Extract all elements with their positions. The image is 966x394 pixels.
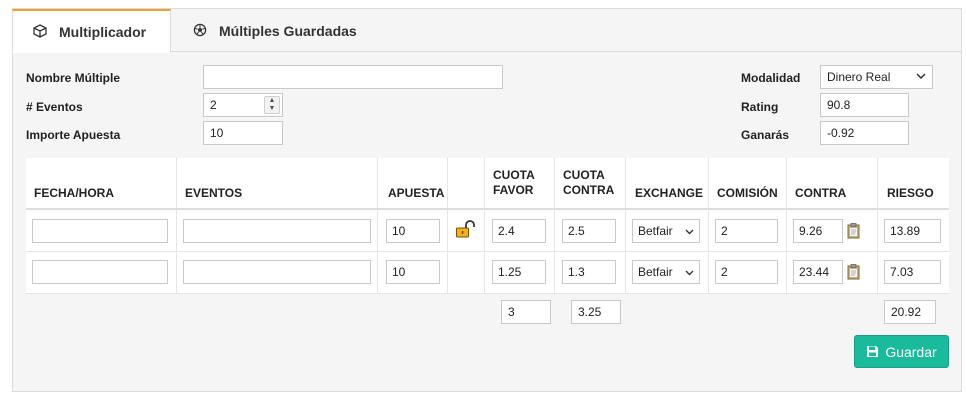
exchange-value: Betfair xyxy=(638,224,673,238)
exchange-select[interactable]: Betfair xyxy=(632,219,700,243)
col-header-contra: CONTRA xyxy=(795,186,847,200)
save-button[interactable]: Guardar xyxy=(854,335,949,368)
chevron-down-icon xyxy=(685,265,694,279)
modalidad-label: Modalidad xyxy=(741,71,801,85)
tab-multiplicador[interactable]: Multiplicador xyxy=(12,9,171,53)
clipboard-icon[interactable] xyxy=(847,264,860,283)
multiplicador-panel: Multiplicador Múltiples Guardadas Nombre… xyxy=(12,8,962,392)
cuota-contra-input[interactable]: 2.5 xyxy=(562,219,616,243)
tab-label: Multiplicador xyxy=(59,23,147,40)
tab-label: Múltiples Guardadas xyxy=(219,23,357,39)
events-table: FECHA/HORA EVENTOS APUESTA CUOTA FAVOR C… xyxy=(26,158,949,294)
importe-apuesta-label: Importe Apuesta xyxy=(26,128,121,142)
col-header-eventos: EVENTOS xyxy=(185,186,243,200)
cuota-favor-input[interactable]: 1.25 xyxy=(492,260,546,284)
evento-input[interactable] xyxy=(183,219,371,243)
chevron-down-icon xyxy=(916,72,926,82)
eventos-count-value: 2 xyxy=(210,98,217,112)
total-cuota-contra: 3.25 xyxy=(571,300,621,324)
exchange-select[interactable]: Betfair xyxy=(632,260,700,284)
col-header-riesgo: RIESGO xyxy=(887,186,934,200)
col-header-comision: COMISIÓN xyxy=(717,186,778,200)
ganaras-label: Ganarás xyxy=(741,128,790,142)
cube-icon xyxy=(33,23,49,40)
floppy-disk-icon xyxy=(866,345,879,358)
total-cuota-favor: 3 xyxy=(501,300,551,324)
eventos-count-stepper[interactable]: 2 ▲ ▼ xyxy=(203,93,283,117)
rating-field: 90.8 xyxy=(820,93,909,117)
apuesta-input[interactable]: 10 xyxy=(386,219,440,243)
soccer-ball-icon xyxy=(193,23,209,39)
cuota-favor-input[interactable]: 2.4 xyxy=(492,219,546,243)
riesgo-field: 13.89 xyxy=(884,219,941,243)
riesgo-field: 7.03 xyxy=(884,260,941,284)
apuesta-input[interactable]: 10 xyxy=(386,260,440,284)
col-header-cuota-contra-line2: CONTRA xyxy=(563,183,615,197)
modalidad-select[interactable]: Dinero Real xyxy=(820,65,933,89)
chevron-down-icon xyxy=(685,224,694,238)
col-header-cuota-contra-line1: CUOTA xyxy=(563,168,605,182)
nombre-multiple-input[interactable] xyxy=(203,65,503,89)
col-header-exchange: EXCHANGE xyxy=(635,186,704,200)
tab-multiples-guardadas[interactable]: Múltiples Guardadas xyxy=(193,9,393,53)
col-header-apuesta: APUESTA xyxy=(388,186,445,200)
exchange-value: Betfair xyxy=(638,265,673,279)
col-header-cuota-favor-line1: CUOTA xyxy=(493,168,535,182)
col-header-cuota-favor-line2: FAVOR xyxy=(493,183,534,197)
save-button-label: Guardar xyxy=(885,343,937,360)
evento-input[interactable] xyxy=(183,260,371,284)
tab-bar: Multiplicador Múltiples Guardadas xyxy=(12,9,961,53)
importe-apuesta-input[interactable]: 10 xyxy=(203,121,283,145)
fecha-hora-input[interactable] xyxy=(32,260,168,284)
stepper-arrows-icon[interactable]: ▲ ▼ xyxy=(264,96,280,114)
col-header-cuota-contra: CUOTA CONTRA xyxy=(563,168,614,198)
clipboard-icon[interactable] xyxy=(847,223,860,242)
rating-label: Rating xyxy=(741,100,779,114)
eventos-count-label: # Eventos xyxy=(26,100,83,114)
modalidad-value: Dinero Real xyxy=(827,70,891,84)
contra-field: 9.26 xyxy=(793,219,843,243)
col-header-cuota-favor: CUOTA FAVOR xyxy=(493,168,535,198)
fecha-hora-input[interactable] xyxy=(32,219,168,243)
ganaras-field: -0.92 xyxy=(820,121,909,145)
nombre-multiple-label: Nombre Múltiple xyxy=(26,71,121,85)
unlocked-padlock-icon[interactable] xyxy=(455,220,477,241)
total-riesgo: 20.92 xyxy=(884,300,936,324)
comision-input[interactable]: 2 xyxy=(715,219,778,243)
cuota-contra-input[interactable]: 1.3 xyxy=(562,260,616,284)
contra-field: 23.44 xyxy=(793,260,843,284)
col-header-fecha: FECHA/HORA xyxy=(34,186,114,200)
comision-input[interactable]: 2 xyxy=(715,260,778,284)
